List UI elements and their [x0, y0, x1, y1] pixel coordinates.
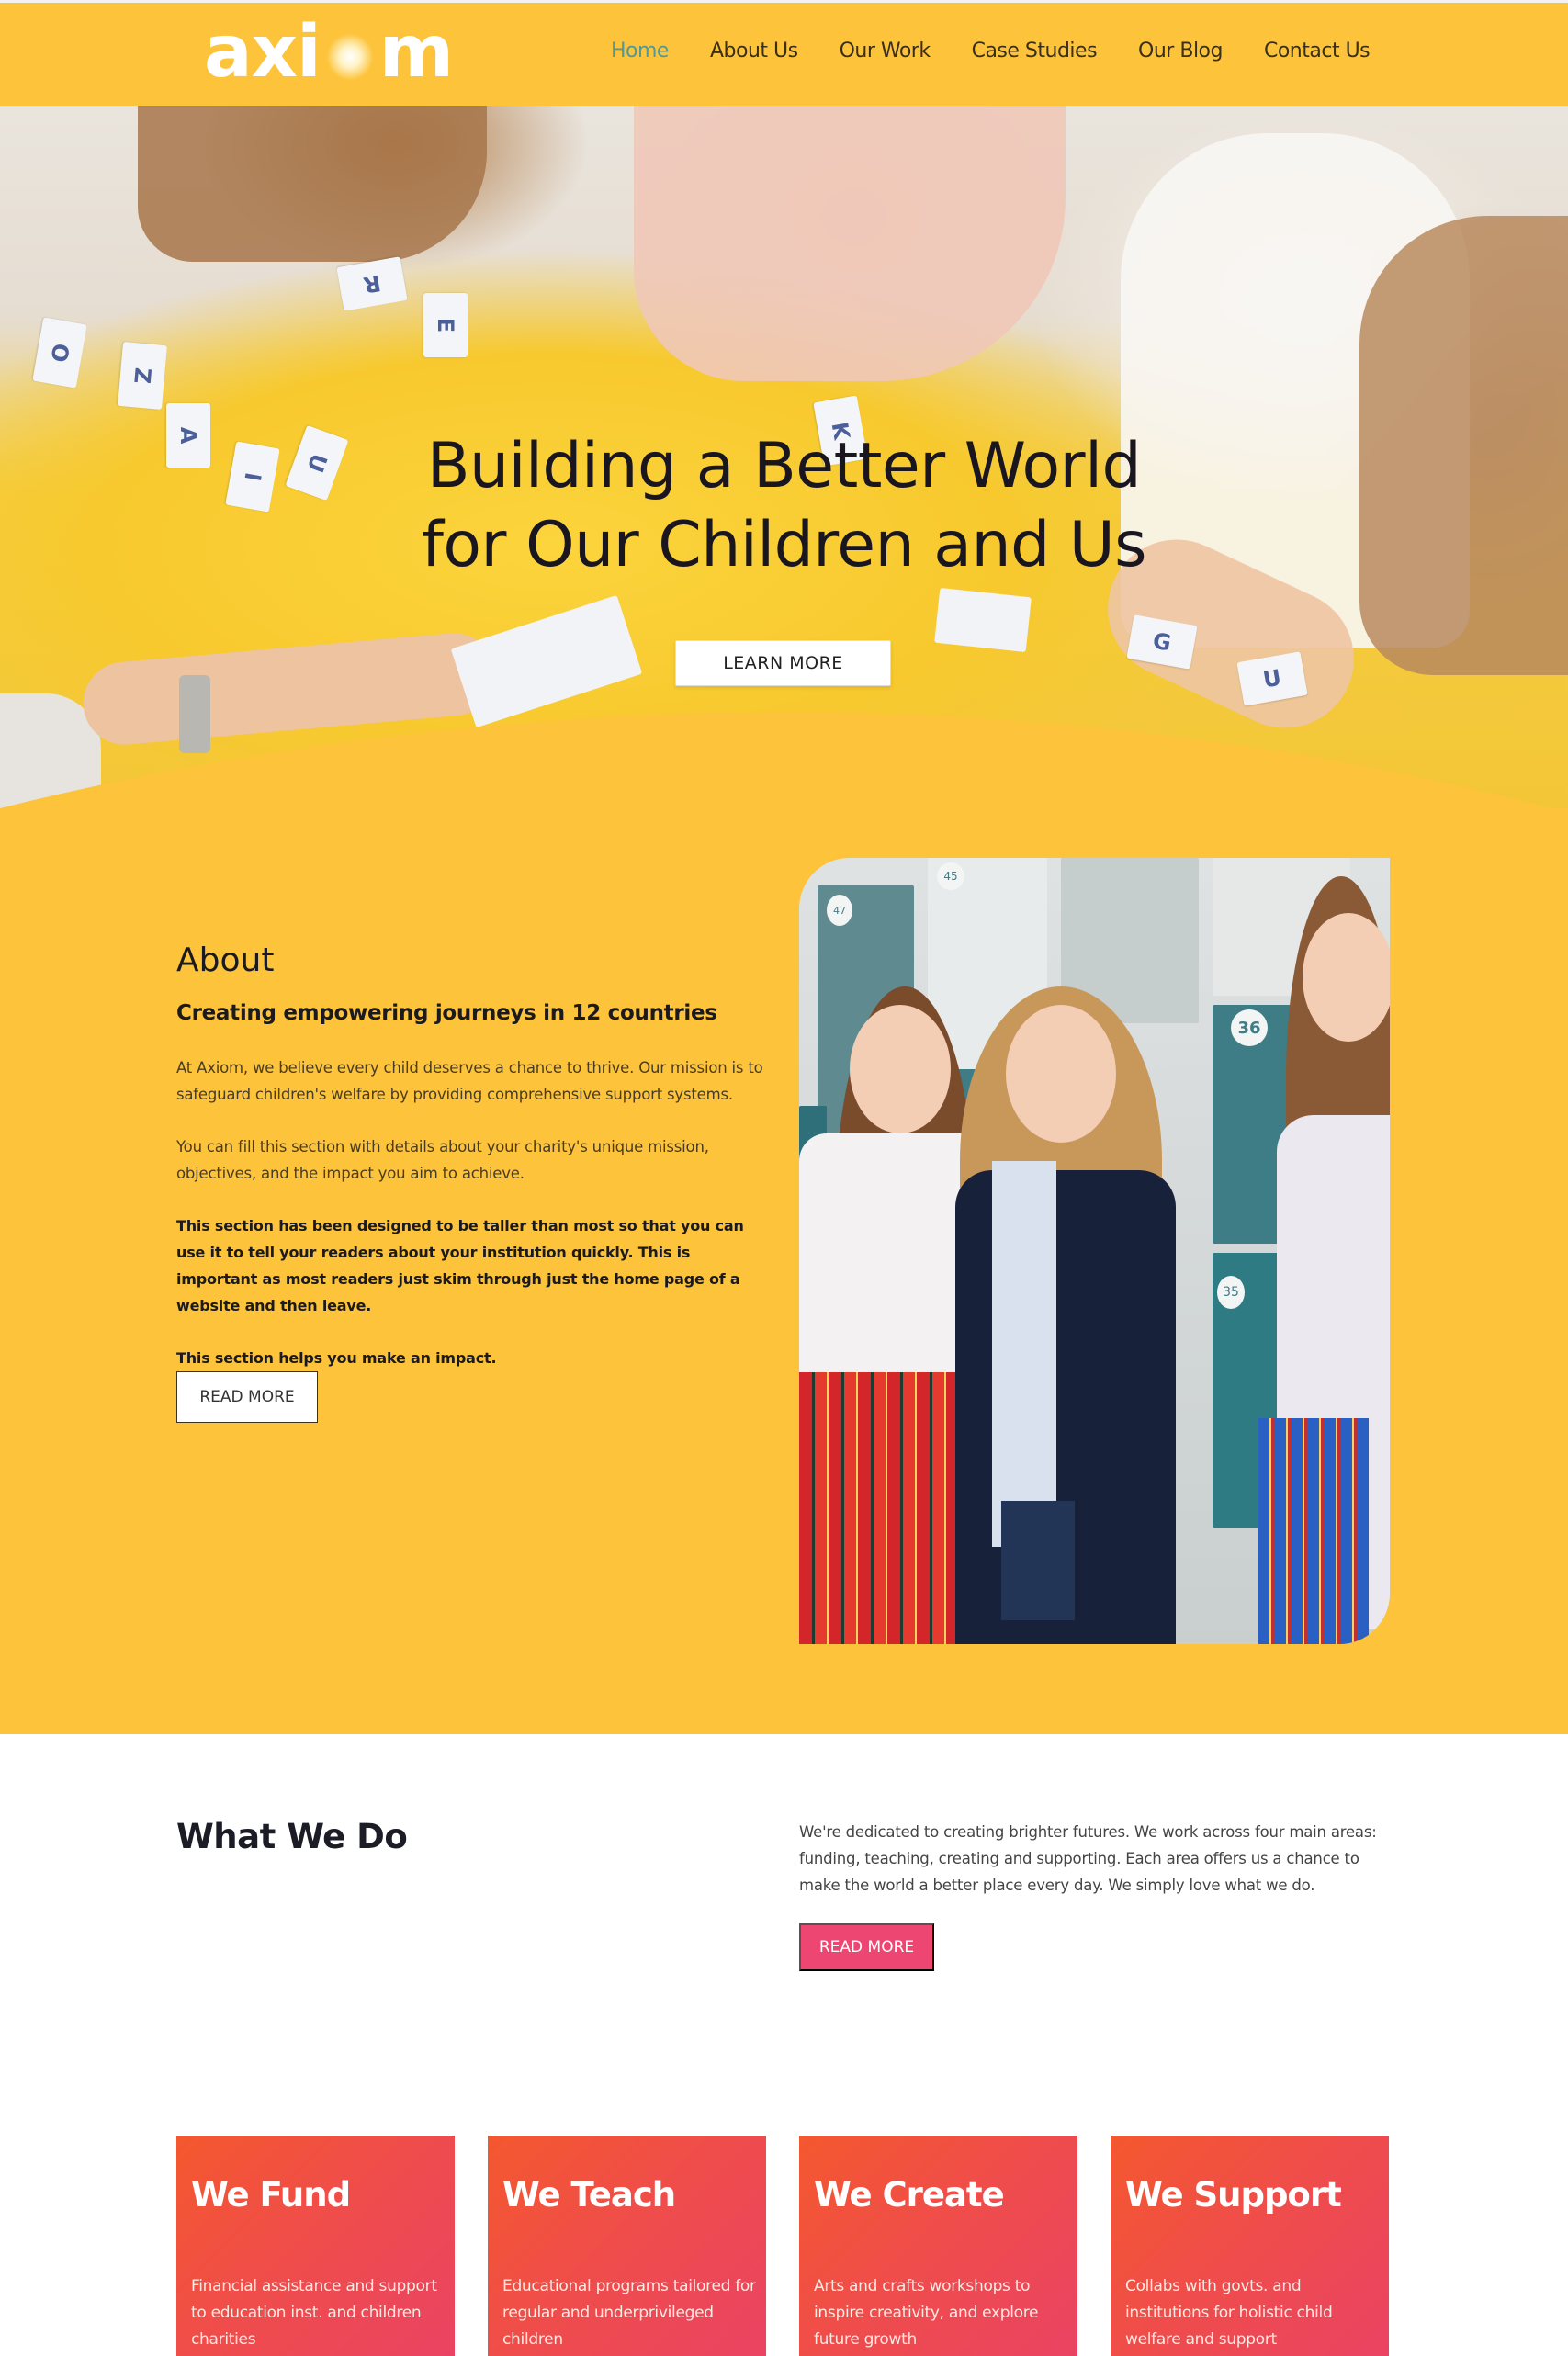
what-we-do-description: We're dedicated to creating brighter fut…	[799, 1823, 1377, 1894]
service-card-we-teach[interactable]: We Teach Educational programs tailored f…	[488, 2136, 766, 2356]
about-paragraph: You can fill this section with details a…	[176, 1138, 709, 1182]
service-card-title: We Teach	[502, 2175, 676, 2215]
service-card-we-fund[interactable]: We Fund Financial assistance and support…	[176, 2136, 455, 2356]
service-cards: We Fund Financial assistance and support…	[176, 2136, 1389, 2356]
what-we-do-read-more-button[interactable]: READ MORE	[799, 1923, 934, 1971]
letter-card: O	[32, 317, 87, 389]
nav-our-work[interactable]: Our Work	[840, 39, 931, 62]
learn-more-button[interactable]: LEARN MORE	[675, 640, 891, 686]
nav-our-blog[interactable]: Our Blog	[1138, 39, 1223, 62]
hero-title-line-2: for Our Children and Us	[421, 509, 1147, 581]
what-we-do-heading: What We Do	[176, 1817, 408, 1856]
main-nav: Home About Us Our Work Case Studies Our …	[611, 39, 1411, 62]
about-paragraph: At Axiom, we believe every child deserve…	[176, 1059, 763, 1103]
logo-text-left: axi	[204, 11, 321, 94]
service-card-we-create[interactable]: We Create Arts and crafts workshops to i…	[799, 2136, 1077, 2356]
hero-wave-divider	[0, 712, 1568, 813]
service-card-text: Collabs with govts. and institutions for…	[1125, 2277, 1333, 2349]
locker-number: 35	[1217, 1276, 1245, 1309]
about-bold-paragraph: This section helps you make an impact.	[176, 1349, 497, 1367]
about-read-more-button[interactable]: READ MORE	[176, 1371, 318, 1423]
nav-case-studies[interactable]: Case Studies	[972, 39, 1098, 62]
service-card-text: Arts and crafts workshops to inspire cre…	[814, 2277, 1039, 2349]
service-card-we-support[interactable]: We Support Collabs with govts. and insti…	[1111, 2136, 1389, 2356]
letter-card: R	[336, 256, 408, 311]
logo-sun-icon	[325, 33, 374, 81]
about-subheading: Creating empowering journeys in 12 count…	[176, 1001, 717, 1025]
what-we-do-section: What We Do We're dedicated to creating b…	[0, 1734, 1568, 2356]
letter-card: Z	[118, 342, 167, 410]
about-heading: About	[176, 941, 275, 979]
service-card-text: Financial assistance and support to educ…	[191, 2277, 437, 2349]
site-logo[interactable]: axi m	[204, 11, 454, 94]
hero-title-line-1: Building a Better World	[426, 430, 1142, 502]
hero-title: Building a Better World for Our Children…	[0, 427, 1568, 585]
site-header: axi m Home About Us Our Work Case Studie…	[0, 0, 1568, 106]
service-card-title: We Create	[814, 2175, 1005, 2215]
service-card-title: We Fund	[191, 2175, 351, 2215]
locker-number: 45	[937, 862, 964, 890]
about-photo: 36 45 47 35	[799, 858, 1390, 1644]
letter-card: E	[423, 293, 468, 357]
logo-text-right: m	[378, 11, 454, 94]
nav-contact-us[interactable]: Contact Us	[1264, 39, 1371, 62]
service-card-text: Educational programs tailored for regula…	[502, 2277, 756, 2349]
hero-section: R E O Z A I U K G U Building a Better Wo…	[0, 106, 1568, 813]
about-bold-paragraph: This section has been designed to be tal…	[176, 1217, 744, 1314]
nav-about-us[interactable]: About Us	[710, 39, 798, 62]
locker-number: 47	[827, 895, 852, 926]
locker-number: 36	[1231, 1009, 1268, 1046]
service-card-title: We Support	[1125, 2175, 1342, 2215]
nav-home[interactable]: Home	[611, 39, 669, 62]
about-body: At Axiom, we believe every child deserve…	[176, 1054, 773, 1397]
about-section: About Creating empowering journeys in 12…	[0, 808, 1568, 1734]
